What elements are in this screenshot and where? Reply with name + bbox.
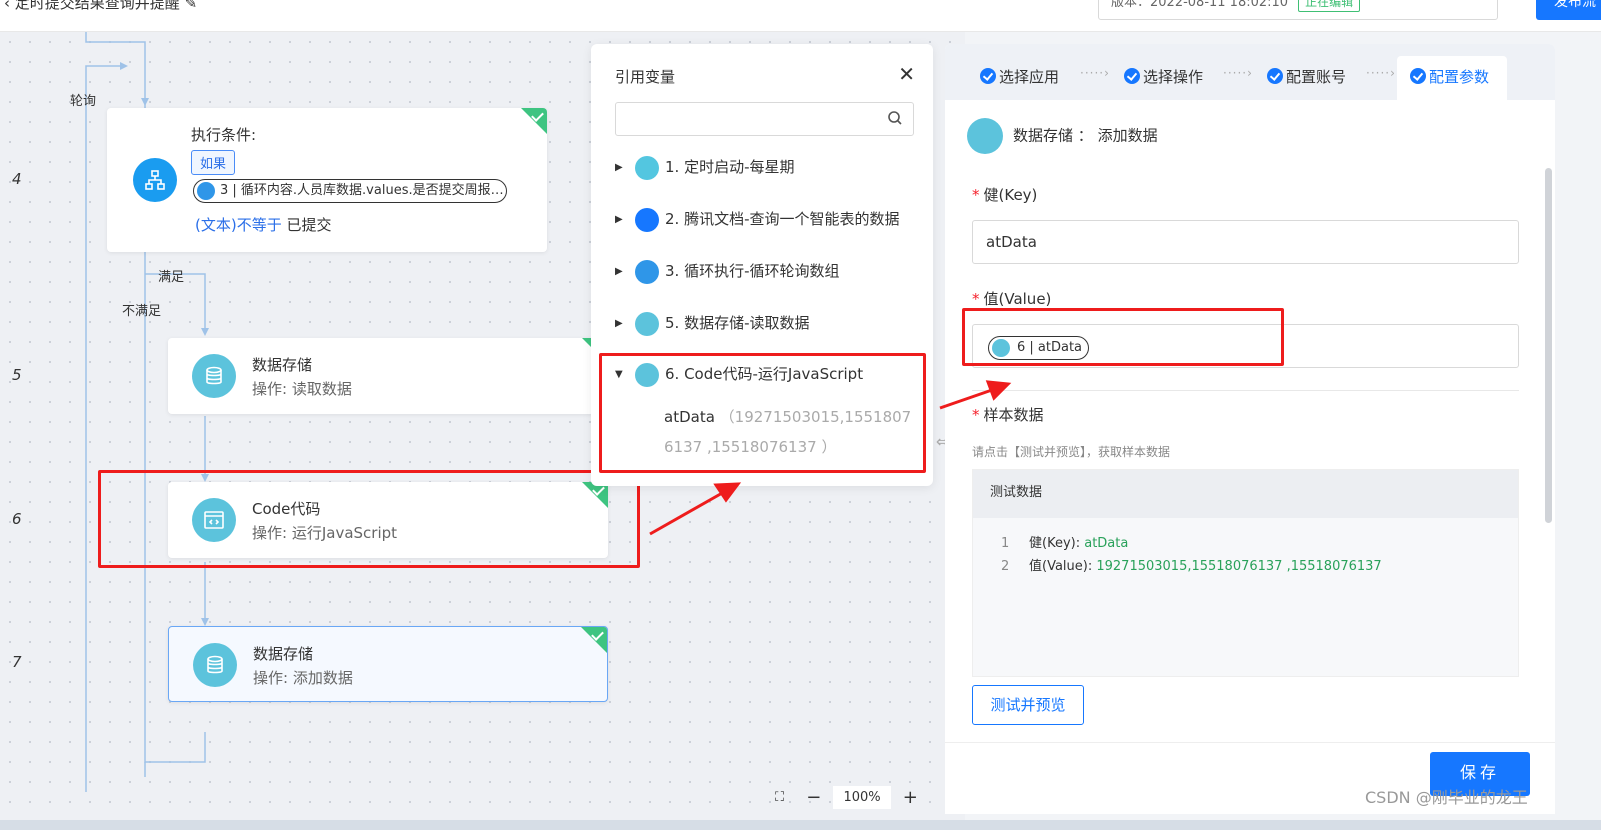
annotation-arrows xyxy=(649,380,1012,536)
bottom-strip xyxy=(0,820,1601,830)
watermark: CSDN @刚毕业的龙王 xyxy=(1365,788,1528,807)
